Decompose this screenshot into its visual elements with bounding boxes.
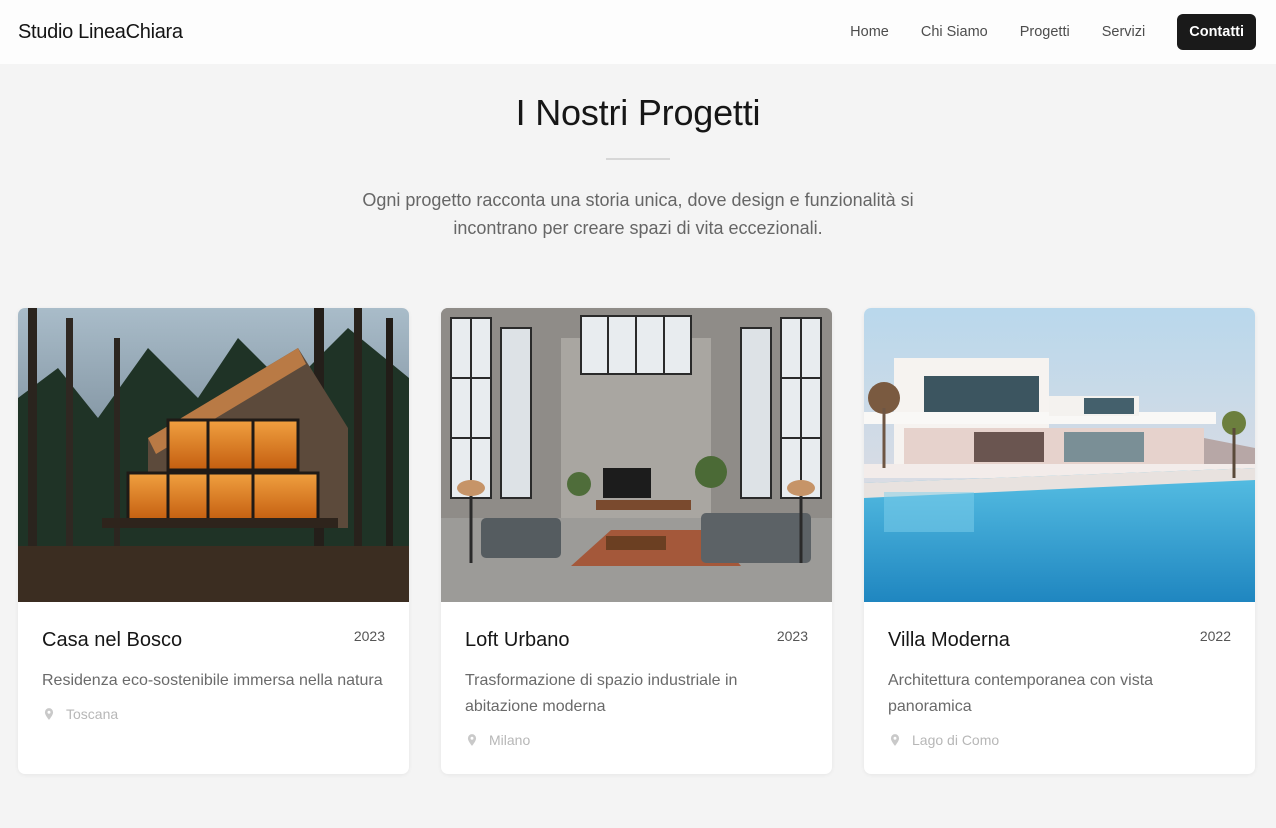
card-header: Villa Moderna 2022	[888, 626, 1231, 654]
title-divider	[606, 158, 670, 160]
industrial-loft-photo	[441, 308, 832, 602]
navbar: Studio LineaChiara Home Chi Siamo Proget…	[0, 0, 1276, 64]
project-title: Loft Urbano	[465, 629, 570, 651]
page-subtitle: Ogni progetto racconta una storia unica,…	[362, 190, 914, 238]
project-card[interactable]: Casa nel Bosco 2023 Residenza eco-sosten…	[18, 308, 409, 774]
project-description: Trasformazione di spazio industriale in …	[465, 672, 738, 715]
location-label: Lago di Como	[912, 732, 1000, 748]
project-location: Toscana	[42, 706, 385, 722]
location-label: Toscana	[66, 706, 119, 722]
brand-logo[interactable]: Studio LineaChiara	[18, 21, 183, 44]
project-location: Lago di Como	[888, 732, 1231, 748]
project-title: Casa nel Bosco	[42, 629, 183, 651]
project-card[interactable]: Villa Moderna 2022 Architettura contempo…	[864, 308, 1255, 774]
nav-progetti[interactable]: Progetti	[1020, 24, 1070, 40]
project-description: Residenza eco-sostenibile immersa nella …	[42, 672, 383, 689]
project-title: Villa Moderna	[888, 629, 1010, 651]
map-pin-icon	[44, 708, 54, 720]
projects-header: I Nostri Progetti Ogni progetto racconta…	[0, 92, 1276, 242]
nav-servizi[interactable]: Servizi	[1102, 24, 1146, 40]
location-label: Milano	[489, 732, 531, 748]
forest-house-photo	[18, 308, 409, 602]
project-card[interactable]: Loft Urbano 2023 Trasformazione di spazi…	[441, 308, 832, 774]
project-year: 2022	[1199, 628, 1231, 644]
map-pin-icon	[467, 734, 477, 746]
contatti-button[interactable]: Contatti	[1177, 14, 1256, 50]
card-body: Villa Moderna 2022 Architettura contempo…	[864, 602, 1255, 748]
card-body: Casa nel Bosco 2023 Residenza eco-sosten…	[18, 602, 409, 722]
main-menu: Home Chi Siamo Progetti Servizi Contatti	[850, 14, 1256, 50]
projects-grid: Casa nel Bosco 2023 Residenza eco-sosten…	[0, 308, 1276, 774]
card-body: Loft Urbano 2023 Trasformazione di spazi…	[441, 602, 832, 748]
page-title: I Nostri Progetti	[515, 92, 761, 133]
card-header: Loft Urbano 2023	[465, 626, 808, 654]
nav-chi-siamo[interactable]: Chi Siamo	[921, 24, 988, 40]
project-description: Architettura contemporanea con vista pan…	[888, 672, 1154, 715]
card-header: Casa nel Bosco 2023	[42, 626, 385, 654]
project-year: 2023	[776, 628, 808, 644]
villa-pool-photo	[864, 308, 1255, 602]
project-year: 2023	[353, 628, 385, 644]
nav-home[interactable]: Home	[850, 24, 889, 40]
map-pin-icon	[890, 734, 900, 746]
project-location: Milano	[465, 732, 808, 748]
